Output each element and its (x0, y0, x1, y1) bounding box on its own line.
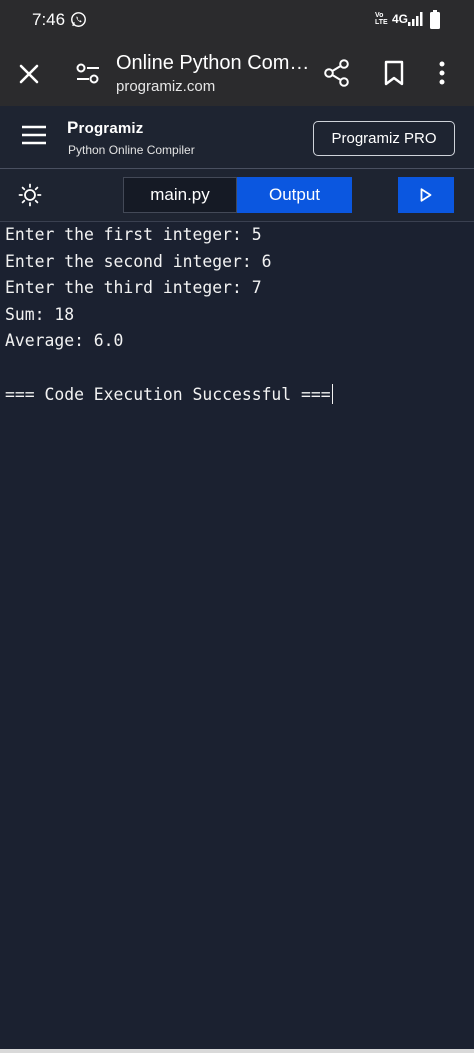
network-type: 4G (392, 12, 409, 26)
editor-toolbar: main.py Output (0, 169, 474, 221)
signal-icon (408, 12, 423, 26)
tab-main-py[interactable]: main.py (123, 177, 237, 213)
console-line: Sum: 18 (5, 305, 75, 324)
console-line: Enter the second integer: 6 (5, 252, 272, 271)
bottom-edge (0, 1049, 474, 1053)
compiler-subtitle: Python Online Compiler (68, 143, 195, 157)
page-title[interactable]: Online Python Comp... (116, 52, 316, 75)
console-line-last: === Code Execution Successful === (5, 384, 333, 404)
hamburger-menu-icon[interactable] (20, 124, 48, 146)
programiz-pro-button[interactable]: Programiz PRO (313, 121, 455, 156)
run-button[interactable] (398, 177, 454, 213)
console-line: Enter the first integer: 5 (5, 225, 262, 244)
site-settings-icon[interactable] (75, 62, 101, 86)
text-cursor (331, 384, 333, 404)
play-icon (420, 188, 432, 202)
status-bar: 7:46 Vo LTE 4G (0, 0, 474, 40)
console-line: Enter the third integer: 7 (5, 278, 262, 297)
execution-status: === Code Execution Successful === (5, 385, 331, 404)
output-console[interactable]: Enter the first integer: 5 Enter the sec… (0, 222, 474, 1049)
programiz-logo[interactable]: Programiz (67, 118, 144, 138)
page-url[interactable]: programiz.com (116, 78, 215, 95)
share-icon[interactable] (324, 59, 350, 87)
battery-icon (430, 10, 440, 29)
more-menu-icon[interactable] (437, 60, 447, 86)
whatsapp-icon (71, 12, 86, 27)
tab-output[interactable]: Output (237, 177, 352, 213)
close-icon[interactable] (16, 61, 42, 87)
volte-indicator: Vo LTE (375, 12, 388, 26)
console-line: Average: 6.0 (5, 331, 124, 350)
browser-toolbar: Online Python Comp... programiz.com (0, 40, 474, 106)
site-header: Programiz Python Online Compiler Program… (0, 106, 474, 168)
bookmark-icon[interactable] (383, 60, 405, 86)
status-time: 7:46 (32, 10, 66, 29)
theme-toggle-icon[interactable] (18, 183, 42, 207)
